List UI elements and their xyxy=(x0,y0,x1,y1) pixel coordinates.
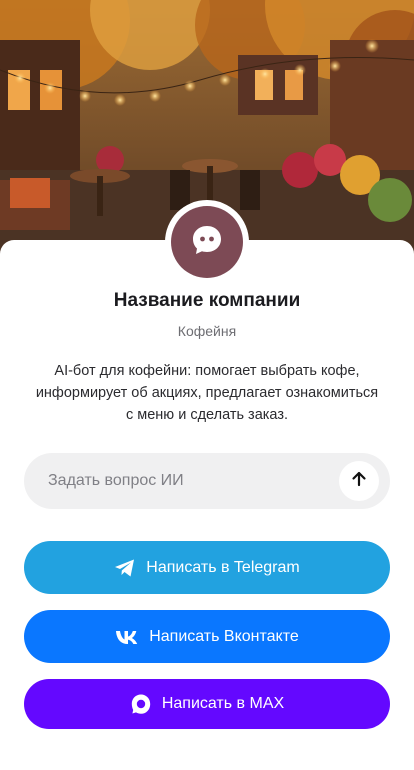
telegram-icon xyxy=(114,558,136,578)
ask-ai-box xyxy=(24,453,390,509)
telegram-button-label: Написать в Telegram xyxy=(146,558,300,576)
arrow-up-icon xyxy=(350,470,368,493)
max-button-label: Написать в MAX xyxy=(161,695,285,712)
chat-bot-icon xyxy=(190,223,224,262)
telegram-button[interactable]: Написать в Telegram xyxy=(24,541,390,594)
send-button[interactable] xyxy=(339,461,379,501)
company-type: Кофейня xyxy=(177,323,237,339)
avatar-circle xyxy=(171,206,243,278)
vk-icon xyxy=(115,629,139,645)
company-name: Название компании xyxy=(113,290,301,311)
company-avatar xyxy=(165,200,249,284)
max-button[interactable]: Написать в MAX xyxy=(24,679,390,729)
ask-ai-input[interactable] xyxy=(48,453,348,509)
max-icon xyxy=(130,693,152,715)
vk-button[interactable]: Написать Вконтакте xyxy=(24,610,390,663)
vk-button-label: Написать Вконтакте xyxy=(149,627,299,645)
company-description: AI-бот для кофейни: помогает выбрать коф… xyxy=(35,363,379,423)
